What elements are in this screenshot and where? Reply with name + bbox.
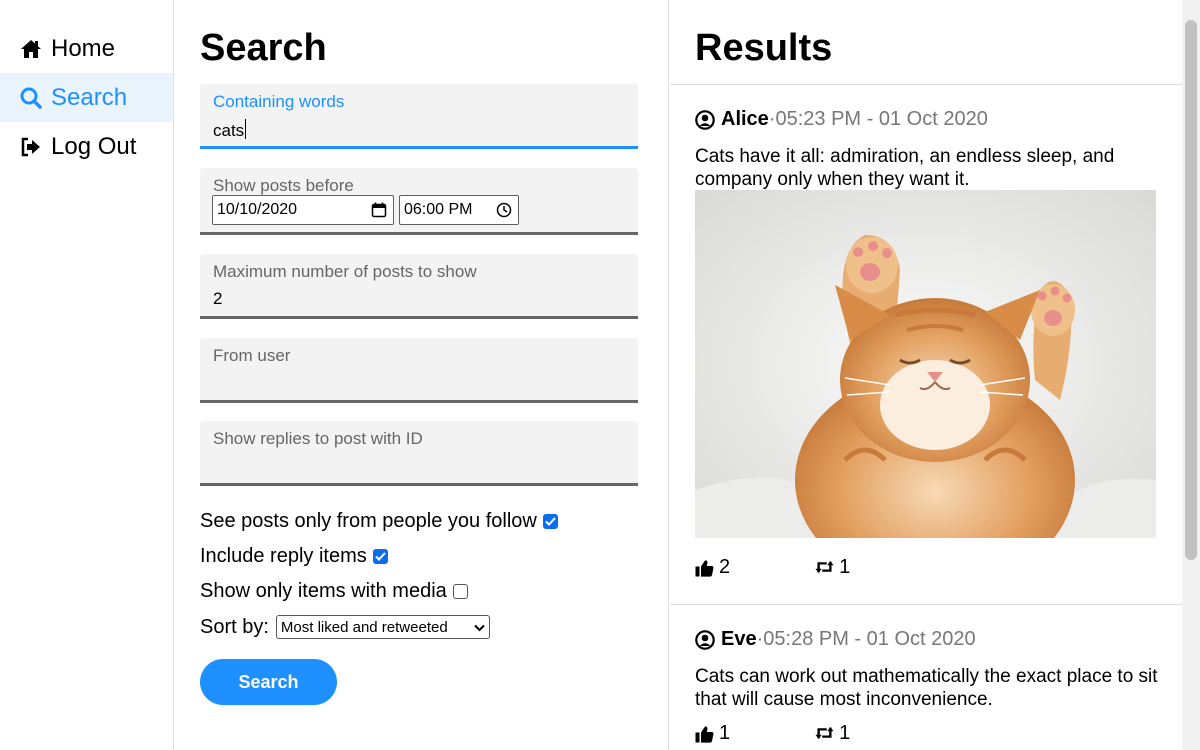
search-icon (20, 86, 44, 110)
replies-to-field[interactable]: Show replies to post with ID (200, 421, 638, 486)
nav-search[interactable]: Search (0, 73, 173, 122)
post-author[interactable]: Alice (721, 108, 769, 131)
thumbs-up-icon (695, 725, 714, 743)
containing-words-label: Containing words (213, 92, 345, 111)
max-posts-field[interactable]: Maximum number of posts to show 2 (200, 254, 638, 319)
post-text: Cats have it all: admiration, an endless… (695, 146, 1115, 190)
post-separator: · (768, 108, 776, 130)
thumbs-up-icon (695, 559, 714, 577)
home-icon (20, 37, 44, 61)
post-text: Cats can work out mathematically the exa… (695, 666, 1158, 710)
post-timestamp: 05:28 PM - 01 Oct 2020 (763, 628, 976, 650)
user-circle-icon (695, 109, 715, 130)
divider (670, 604, 1182, 605)
scrollbar[interactable] (1182, 0, 1200, 750)
sort-selected-value: Most liked and retweeted (280, 618, 448, 636)
posts-before-label: Show posts before (213, 176, 354, 195)
time-input[interactable]: 06:00 PM (399, 195, 519, 225)
clock-icon[interactable] (496, 202, 512, 218)
chevron-down-icon (474, 619, 485, 636)
results-panel: Results Alice · 05:23 PM - 01 Oct 2020 C… (670, 0, 1182, 750)
logout-icon (20, 135, 44, 159)
sort-row: Sort by: Most liked and retweeted (200, 615, 490, 639)
only-media-label: Show only items with media (200, 580, 447, 602)
retweet-icon (815, 559, 834, 577)
time-value: 06:00 PM (404, 201, 473, 218)
from-user-field[interactable]: From user (200, 338, 638, 403)
containing-words-field[interactable]: Containing words cats (200, 84, 638, 149)
retweet-button[interactable]: 1 (815, 722, 850, 745)
scrollbar-thumb[interactable] (1185, 20, 1197, 560)
replies-to-label: Show replies to post with ID (213, 429, 423, 448)
user-circle-icon (695, 629, 715, 650)
search-panel: Search Containing words cats Show posts … (175, 0, 669, 750)
include-replies-row: Include reply items (200, 545, 388, 568)
from-user-label: From user (213, 346, 291, 365)
post-header: Alice · 05:23 PM - 01 Oct 2020 (695, 108, 988, 131)
nav-home[interactable]: Home (0, 24, 173, 73)
nav-search-label: Search (51, 83, 128, 111)
like-button[interactable]: 2 (695, 556, 730, 579)
post-separator: · (756, 628, 764, 650)
post-image[interactable] (695, 190, 1156, 538)
date-value: 10/10/2020 (217, 201, 298, 218)
like-count: 2 (719, 556, 731, 578)
sort-select[interactable]: Most liked and retweeted (275, 615, 490, 639)
like-button[interactable]: 1 (695, 722, 730, 745)
like-count: 1 (719, 722, 731, 744)
sort-label: Sort by: (200, 615, 269, 638)
sidebar: Home Search Log Out (0, 0, 174, 750)
retweet-icon (815, 725, 834, 743)
only-media-row: Show only items with media (200, 580, 468, 603)
retweet-count: 1 (839, 556, 851, 578)
max-posts-input[interactable]: 2 (213, 289, 222, 309)
post-author[interactable]: Eve (721, 628, 757, 651)
nav-logout-label: Log Out (51, 132, 137, 160)
calendar-icon[interactable] (371, 202, 387, 218)
retweet-button[interactable]: 1 (815, 556, 850, 579)
only-media-checkbox[interactable] (452, 584, 468, 599)
date-input[interactable]: 10/10/2020 (212, 195, 394, 225)
posts-before-field: Show posts before 10/10/2020 06:00 PM (200, 168, 638, 235)
post-actions: 2 1 (695, 556, 850, 579)
nav-logout[interactable]: Log Out (0, 122, 173, 171)
retweet-count: 1 (839, 722, 851, 744)
search-title: Search (200, 27, 327, 69)
max-posts-label: Maximum number of posts to show (213, 262, 477, 281)
search-button[interactable]: Search (200, 659, 337, 705)
divider (670, 84, 1182, 85)
post-timestamp: 05:23 PM - 01 Oct 2020 (775, 108, 988, 130)
only-following-label: See posts only from people you follow (200, 510, 537, 532)
post-header: Eve · 05:28 PM - 01 Oct 2020 (695, 628, 976, 651)
nav-home-label: Home (51, 34, 116, 62)
include-replies-checkbox[interactable] (372, 549, 388, 564)
containing-words-input[interactable]: cats (213, 121, 244, 140)
only-following-row: See posts only from people you follow (200, 510, 558, 533)
include-replies-label: Include reply items (200, 545, 367, 567)
post-actions: 1 1 (695, 722, 850, 745)
only-following-checkbox[interactable] (542, 514, 558, 529)
results-title: Results (695, 27, 833, 69)
text-caret (245, 119, 247, 139)
